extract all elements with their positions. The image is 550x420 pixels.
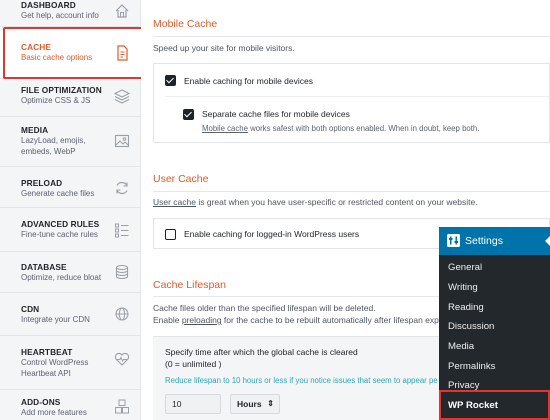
submenu-pointer-icon [545, 236, 550, 246]
mobile-caching-label[interactable]: Enable caching for mobile devices [184, 76, 313, 86]
sidebar-item-media[interactable]: MEDIA LazyLoad, emojis, embeds, WebP [0, 117, 141, 167]
user-cache-link[interactable]: User cache [153, 197, 196, 207]
cache-lifespan-title: Cache Lifespan [153, 279, 226, 291]
section-divider [153, 36, 550, 37]
wp-menu-item-writing[interactable]: Writing [448, 282, 478, 293]
refresh-icon [116, 181, 128, 195]
wp-menu-item-reading[interactable]: Reading [448, 302, 484, 313]
lifespan-number-input[interactable]: 10 [165, 394, 221, 414]
separate-cache-label[interactable]: Separate cache files for mobile devices [202, 109, 350, 119]
lifespan-warning: Reduce lifespan to 10 hours or less if y… [165, 376, 438, 385]
user-cache-title: User Cache [153, 173, 209, 185]
cubes-icon [115, 399, 129, 414]
mobile-cache-link[interactable]: Mobile cache [202, 124, 248, 133]
heartbeat-icon [114, 352, 130, 366]
sidebar-item-desc: Generate cache files [21, 189, 95, 198]
mobile-caching-checkbox[interactable] [165, 75, 176, 86]
separate-cache-checkbox[interactable] [183, 109, 194, 120]
globe-icon [115, 307, 129, 321]
sidebar-item-desc: Integrate your CDN [21, 315, 90, 324]
lifespan-line2-text: for the cache to be rebuilt automaticall… [221, 315, 439, 325]
user-cache-description-text: is great when you have user-specific or … [196, 197, 478, 207]
sidebar-item-desc: Optimize, reduce bloat [21, 273, 102, 282]
lifespan-field-label: Specify time after which the global cach… [165, 347, 358, 357]
sidebar-item-title: HEARTBEAT [21, 347, 73, 357]
database-icon [115, 264, 129, 280]
lifespan-unit-select[interactable]: Hours ⇕ [230, 394, 280, 414]
sidebar-item-desc: LazyLoad, emojis, embeds, WebP [21, 136, 86, 156]
wp-settings-header[interactable]: Settings [439, 227, 550, 255]
sidebar-item-desc: Optimize CSS & JS [21, 96, 91, 105]
lifespan-line2-prefix: Enable [153, 315, 182, 325]
wp-menu-item-media[interactable]: Media [448, 341, 474, 352]
sidebar-item-title: CDN [21, 304, 40, 314]
sidebar-item-title: DATABASE [21, 262, 67, 272]
wp-menu-item-discussion[interactable]: Discussion [448, 321, 494, 332]
cache-highlight-outline [3, 27, 150, 79]
sidebar-item-add-ons[interactable]: ADD-ONS Add more features [0, 390, 141, 420]
wp-rocket-highlight-outline [439, 390, 550, 420]
cache-lifespan-line2: Enable preloading for the cache to be re… [153, 314, 439, 326]
sidebar-item-file-optimization[interactable]: FILE OPTIMIZATION Optimize CSS & JS [0, 79, 141, 117]
sidebar-item-title: ADD-ONS [21, 397, 61, 407]
chevron-updown-icon: ⇕ [267, 399, 274, 408]
wp-menu-item-permalinks[interactable]: Permalinks [448, 361, 495, 372]
mobile-cache-note-text: works safest with both options enabled. … [247, 124, 480, 133]
sliders-icon [447, 234, 460, 247]
list-icon [115, 223, 129, 238]
preloading-link[interactable]: preloading [182, 315, 222, 325]
sidebar-item-cdn[interactable]: CDN Integrate your CDN [0, 293, 141, 336]
lifespan-unit-value: Hours [237, 399, 262, 409]
wp-menu-item-general[interactable]: General [448, 262, 482, 273]
sidebar-item-desc: Add more features [21, 408, 87, 417]
section-divider [153, 191, 550, 192]
layers-icon [113, 89, 131, 104]
sidebar-item-title: ADVANCED RULES [21, 219, 100, 229]
user-cache-description: User cache is great when you have user-s… [153, 196, 478, 208]
sidebar-item-title: DASHBOARD [21, 0, 76, 10]
settings-sidebar: DASHBOARD Get help, account info CACHE B… [0, 0, 150, 420]
sidebar-item-advanced-rules[interactable]: ADVANCED RULES Fine-tune cache rules [0, 208, 141, 252]
sidebar-item-desc: Fine-tune cache rules [21, 230, 98, 239]
mobile-cache-note: Mobile cache works safest with both opti… [202, 124, 479, 133]
wp-settings-label: Settings [465, 235, 503, 247]
sidebar-item-preload[interactable]: PRELOAD Generate cache files [0, 167, 141, 208]
sidebar-item-desc: Get help, account info [21, 11, 99, 20]
sidebar-item-dashboard[interactable]: DASHBOARD Get help, account info [0, 0, 141, 27]
sidebar-item-title: FILE OPTIMIZATION [21, 85, 102, 95]
sidebar-item-desc: Control WordPress Heartbeat API [21, 358, 89, 378]
mobile-cache-description: Speed up your site for mobile visitors. [153, 43, 295, 53]
sidebar-item-heartbeat[interactable]: HEARTBEAT Control WordPress Heartbeat AP… [0, 336, 141, 390]
home-icon [115, 4, 129, 18]
option-divider [165, 96, 550, 97]
cache-lifespan-line1: Cache files older than the specified lif… [153, 303, 376, 313]
logged-in-caching-label[interactable]: Enable caching for logged-in WordPress u… [184, 229, 359, 239]
image-icon [114, 134, 130, 148]
mobile-cache-options: Enable caching for mobile devices Separa… [153, 63, 550, 143]
sidebar-item-title: PRELOAD [21, 178, 63, 188]
lifespan-field-sublabel: (0 = unlimited ) [165, 359, 222, 369]
sidebar-item-title: MEDIA [21, 125, 49, 135]
mobile-cache-title: Mobile Cache [153, 18, 218, 30]
logged-in-caching-checkbox[interactable] [165, 229, 176, 240]
sidebar-item-database[interactable]: DATABASE Optimize, reduce bloat [0, 252, 141, 293]
